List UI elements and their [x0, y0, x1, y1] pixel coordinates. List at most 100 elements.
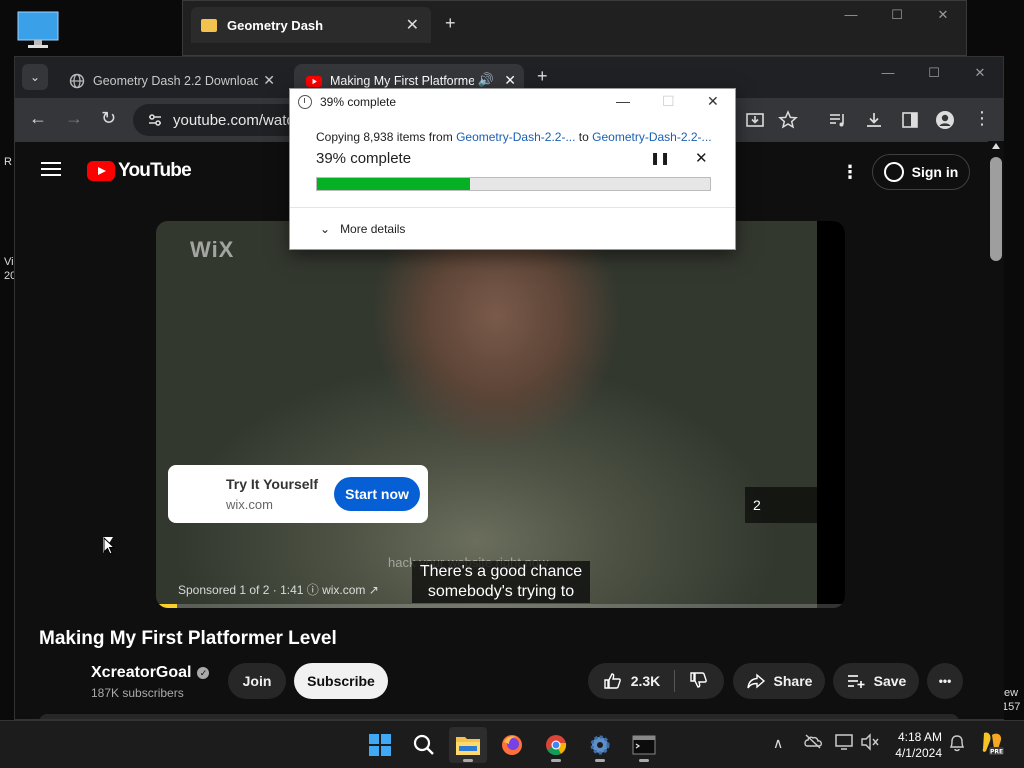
- more-details-toggle[interactable]: ⌄ More details: [320, 222, 405, 236]
- desktop-label-fragment: R: [4, 156, 12, 168]
- speaker-icon[interactable]: 🔊: [478, 72, 494, 88]
- side-panel-icon[interactable]: [900, 110, 920, 130]
- chrome-icon: [546, 735, 567, 756]
- tab-geometry-dash-download[interactable]: Geometry Dash 2.2 Download F ✕: [57, 64, 283, 98]
- scroll-up-arrow-icon[interactable]: [992, 143, 1000, 149]
- explorer-tab-close-button[interactable]: ✕: [406, 15, 419, 35]
- network-icon[interactable]: [834, 733, 854, 754]
- notification-bell-icon[interactable]: [948, 733, 966, 756]
- dialog-titlebar[interactable]: 39% complete — ☐ ✕: [290, 89, 735, 115]
- terminal-taskbar-button[interactable]: [625, 727, 663, 763]
- like-button[interactable]: 2.3K: [603, 671, 660, 691]
- channel-name[interactable]: XcreatorGoal ✓: [91, 664, 210, 682]
- copy-progress-dialog[interactable]: 39% complete — ☐ ✕ Copying 8,938 items f…: [289, 88, 736, 250]
- tab-search-button[interactable]: ⌄: [22, 64, 48, 90]
- tab-close-button[interactable]: ✕: [263, 72, 275, 89]
- desktop-label-fragment: ew: [1004, 687, 1019, 699]
- svg-text:PRE: PRE: [990, 748, 1003, 755]
- forward-button[interactable]: →: [65, 108, 83, 129]
- page-scrollbar[interactable]: [988, 141, 1004, 719]
- new-tab-button[interactable]: +: [537, 66, 548, 87]
- chrome-menu-icon[interactable]: ⋮: [973, 108, 993, 128]
- ad-progress-bar[interactable]: [156, 604, 845, 608]
- desktop-label-fragment: 157: [1002, 701, 1021, 713]
- thumbs-up-icon: [604, 673, 621, 689]
- hamburger-menu-icon[interactable]: [41, 162, 61, 176]
- profile-avatar-icon[interactable]: [935, 110, 955, 130]
- firefox-taskbar-button[interactable]: [493, 727, 531, 763]
- youtube-favicon-icon: [306, 73, 322, 89]
- site-info-icon[interactable]: [147, 112, 163, 128]
- file-explorer-window[interactable]: Geometry Dash ✕ + — ☐ ✕: [182, 0, 967, 56]
- more-actions-button[interactable]: •••: [927, 663, 963, 699]
- back-button[interactable]: ←: [29, 108, 47, 129]
- channel-avatar[interactable]: [39, 664, 79, 704]
- save-button[interactable]: Save: [833, 663, 919, 699]
- sponsored-label: Sponsored 1 of 2 · 1:41 ⓘ wix.com ↗: [178, 583, 379, 597]
- windows-logo-icon: [369, 734, 391, 756]
- install-app-icon[interactable]: [745, 110, 765, 130]
- desktop-label-fragment: Vi: [4, 256, 14, 268]
- minimize-button[interactable]: —: [828, 7, 874, 27]
- thumbs-down-icon: [690, 671, 708, 688]
- show-hidden-icons-chevron-icon[interactable]: ∧: [773, 735, 783, 752]
- file-explorer-taskbar-button[interactable]: [449, 727, 487, 763]
- close-button[interactable]: ✕: [957, 65, 1003, 85]
- tab-close-button[interactable]: ✕: [504, 72, 516, 89]
- settings-kebab-icon[interactable]: ⋮: [841, 162, 859, 183]
- this-pc-desktop-icon[interactable]: [16, 10, 62, 50]
- taskbar-clock[interactable]: 4:18 AM 4/1/2024: [888, 729, 942, 761]
- account-icon: [883, 162, 904, 182]
- join-button[interactable]: Join: [228, 663, 286, 699]
- more-details-label: More details: [340, 222, 406, 236]
- start-now-button[interactable]: Start now: [334, 477, 420, 511]
- volume-muted-icon[interactable]: [860, 733, 880, 754]
- like-divider: [674, 670, 676, 692]
- tab-title: Making My First Platformer: [330, 74, 474, 88]
- explorer-tab[interactable]: Geometry Dash ✕: [191, 7, 431, 43]
- maximize-button: ☐: [662, 93, 675, 109]
- explorer-new-tab-button[interactable]: +: [445, 13, 456, 34]
- start-button[interactable]: [361, 727, 399, 763]
- video-player[interactable]: WiX Try It Yourself wix.com Start now 2 …: [156, 221, 845, 608]
- copilot-pre-icon[interactable]: PRE: [980, 729, 1006, 760]
- globe-icon: [69, 73, 85, 89]
- downloads-icon[interactable]: [864, 110, 884, 130]
- minimize-button[interactable]: —: [616, 93, 630, 109]
- subscribe-button[interactable]: Subscribe: [294, 663, 388, 699]
- search-icon: [413, 734, 434, 755]
- destination-folder-link[interactable]: Geometry-Dash-2.2-...: [592, 130, 711, 144]
- bookmark-star-icon[interactable]: [778, 110, 798, 130]
- share-icon: [746, 673, 765, 689]
- wix-watermark: WiX: [190, 237, 235, 262]
- search-button[interactable]: [405, 727, 443, 763]
- running-indicator: [463, 759, 473, 762]
- close-button[interactable]: ✕: [707, 93, 719, 110]
- dislike-button[interactable]: [689, 670, 709, 693]
- onedrive-icon[interactable]: [803, 733, 823, 752]
- reload-button[interactable]: ↻: [101, 108, 116, 129]
- dialog-title: 39% complete: [320, 95, 397, 109]
- sign-in-button[interactable]: Sign in: [872, 154, 970, 190]
- scrollbar-thumb[interactable]: [990, 157, 1002, 261]
- minimize-button[interactable]: —: [865, 65, 911, 85]
- maximize-button[interactable]: ☐: [874, 7, 920, 27]
- running-indicator: [551, 759, 561, 762]
- settings-taskbar-button[interactable]: [581, 727, 619, 763]
- ad-overlay-card[interactable]: Try It Yourself wix.com Start now: [168, 465, 428, 523]
- maximize-button[interactable]: ☐: [911, 65, 957, 85]
- source-folder-link[interactable]: Geometry-Dash-2.2-...: [456, 130, 575, 144]
- mouse-cursor: [103, 537, 115, 555]
- youtube-logo[interactable]: YouTube: [87, 160, 192, 182]
- share-button[interactable]: Share: [733, 663, 825, 699]
- chrome-taskbar-button[interactable]: [537, 727, 575, 763]
- media-controls-icon[interactable]: [828, 110, 848, 130]
- gear-icon: [590, 735, 610, 755]
- tab-title: Geometry Dash 2.2 Download F: [93, 74, 258, 88]
- close-button[interactable]: ✕: [920, 7, 966, 27]
- pause-icon[interactable]: ❚❚: [650, 151, 670, 165]
- dialog-divider: [290, 207, 735, 208]
- cancel-copy-icon[interactable]: ✕: [695, 149, 708, 167]
- video-letterbox: [817, 221, 845, 608]
- url-text: youtube.com/watc: [173, 111, 294, 129]
